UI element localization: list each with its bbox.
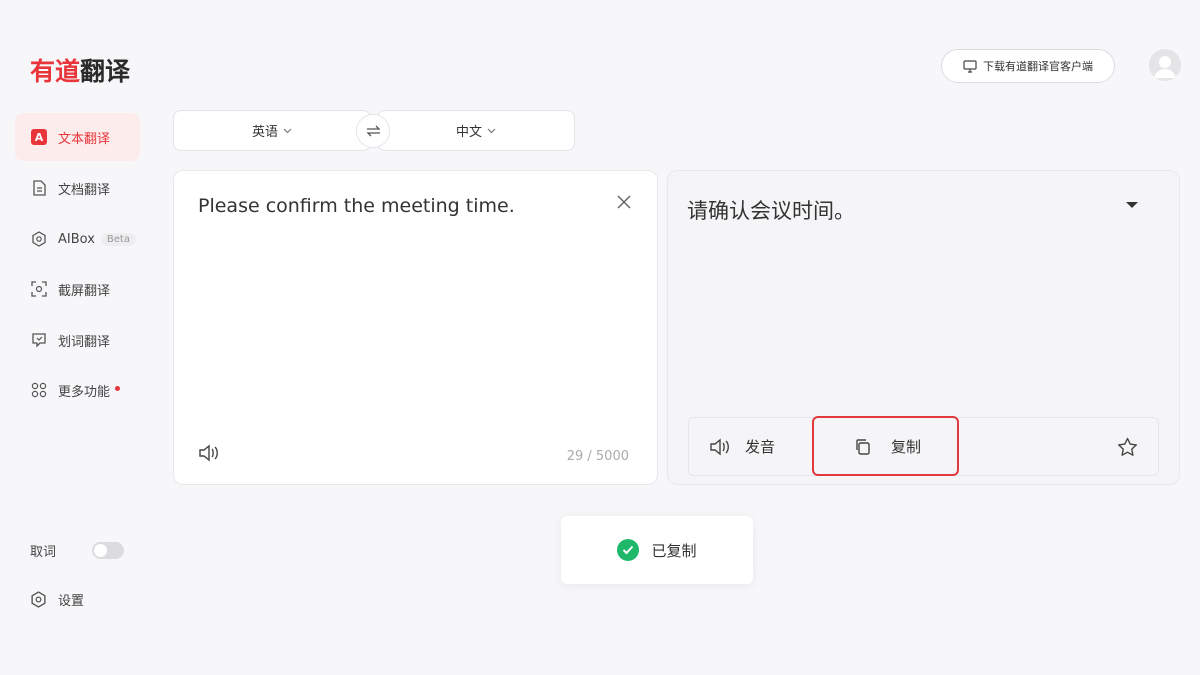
aibox-icon xyxy=(31,231,47,247)
speak-label: 发音 xyxy=(745,438,776,456)
sidebar-item-screenshot-translate[interactable]: 截屏翻译 xyxy=(15,265,140,313)
caret-down-icon[interactable] xyxy=(1126,202,1138,208)
language-selector: 英语 中文 xyxy=(173,110,575,151)
settings-item[interactable]: 设置 xyxy=(30,590,84,609)
sidebar-item-label: AIBox xyxy=(58,231,95,247)
sidebar-item-document-translate[interactable]: 文档翻译 xyxy=(15,164,140,212)
sidebar-item-word-select-translate[interactable]: 划词翻译 xyxy=(15,316,140,364)
target-language-select[interactable]: 中文 xyxy=(377,110,575,151)
settings-icon xyxy=(30,591,47,608)
speaker-icon xyxy=(709,437,731,457)
char-counter: 29 / 5000 xyxy=(566,449,629,464)
close-icon[interactable] xyxy=(615,193,633,211)
speaker-icon[interactable] xyxy=(198,443,220,463)
star-icon xyxy=(1117,437,1138,457)
swap-languages-button[interactable] xyxy=(356,114,390,148)
source-text-input[interactable]: Please confirm the meeting time. xyxy=(198,195,515,217)
swap-icon xyxy=(365,125,381,137)
screenshot-icon xyxy=(31,281,47,297)
translation-result: 请确认会议时间。 xyxy=(687,199,855,223)
sidebar-item-label: 截屏翻译 xyxy=(58,283,111,299)
notification-dot xyxy=(115,385,121,391)
copied-toast: 已复制 xyxy=(561,516,753,584)
sidebar-item-label: 划词翻译 xyxy=(58,334,111,350)
sidebar-item-text-translate[interactable]: A 文本翻译 xyxy=(15,113,140,161)
download-client-button[interactable]: 下载有道翻译官客户端 xyxy=(941,49,1115,83)
sidebar-item-label: 文本翻译 xyxy=(58,131,111,147)
settings-label: 设置 xyxy=(58,594,85,609)
logo-brand: 有道 xyxy=(30,57,81,86)
avatar[interactable] xyxy=(1149,49,1181,81)
sidebar: 有道翻译 A 文本翻译 文档翻译 AIBox Beta 截屏翻译 划词翻译 更多… xyxy=(0,0,155,675)
copy-button[interactable]: 复制 xyxy=(854,418,921,475)
monitor-icon xyxy=(963,59,977,73)
grid-icon xyxy=(31,382,47,398)
beta-badge: Beta xyxy=(100,232,136,246)
app-logo[interactable]: 有道翻译 xyxy=(30,52,130,88)
toast-message: 已复制 xyxy=(651,541,697,560)
download-client-label: 下载有道翻译官客户端 xyxy=(983,60,1093,73)
text-translate-icon: A xyxy=(31,129,47,145)
word-pick-toggle[interactable] xyxy=(92,542,125,559)
result-action-bar: 发音 复制 xyxy=(688,416,1159,476)
chevron-down-icon xyxy=(487,128,496,134)
sidebar-item-more-features[interactable]: 更多功能 xyxy=(15,366,140,414)
favorite-button[interactable] xyxy=(1117,418,1138,475)
target-language-label: 中文 xyxy=(455,125,482,140)
chevron-down-icon xyxy=(283,128,292,134)
word-select-icon xyxy=(31,332,47,348)
logo-product: 翻译 xyxy=(80,57,131,86)
copy-icon xyxy=(854,438,872,456)
sidebar-item-label: 更多功能 xyxy=(58,384,111,400)
source-language-label: 英语 xyxy=(251,125,278,140)
document-icon xyxy=(31,180,47,196)
source-panel: Please confirm the meeting time. 29 / 50… xyxy=(173,170,658,485)
source-language-select[interactable]: 英语 xyxy=(173,110,371,151)
word-pick-label: 取词 xyxy=(30,545,57,560)
copy-label: 复制 xyxy=(891,438,922,456)
word-pick-row: 取词 xyxy=(30,541,125,560)
speak-button[interactable]: 发音 xyxy=(709,418,775,475)
sidebar-item-label: 文档翻译 xyxy=(58,182,111,198)
sidebar-item-aibox[interactable]: AIBox Beta xyxy=(15,215,140,263)
check-circle-icon xyxy=(617,539,640,561)
target-panel: 请确认会议时间。 发音 复制 xyxy=(667,170,1180,485)
